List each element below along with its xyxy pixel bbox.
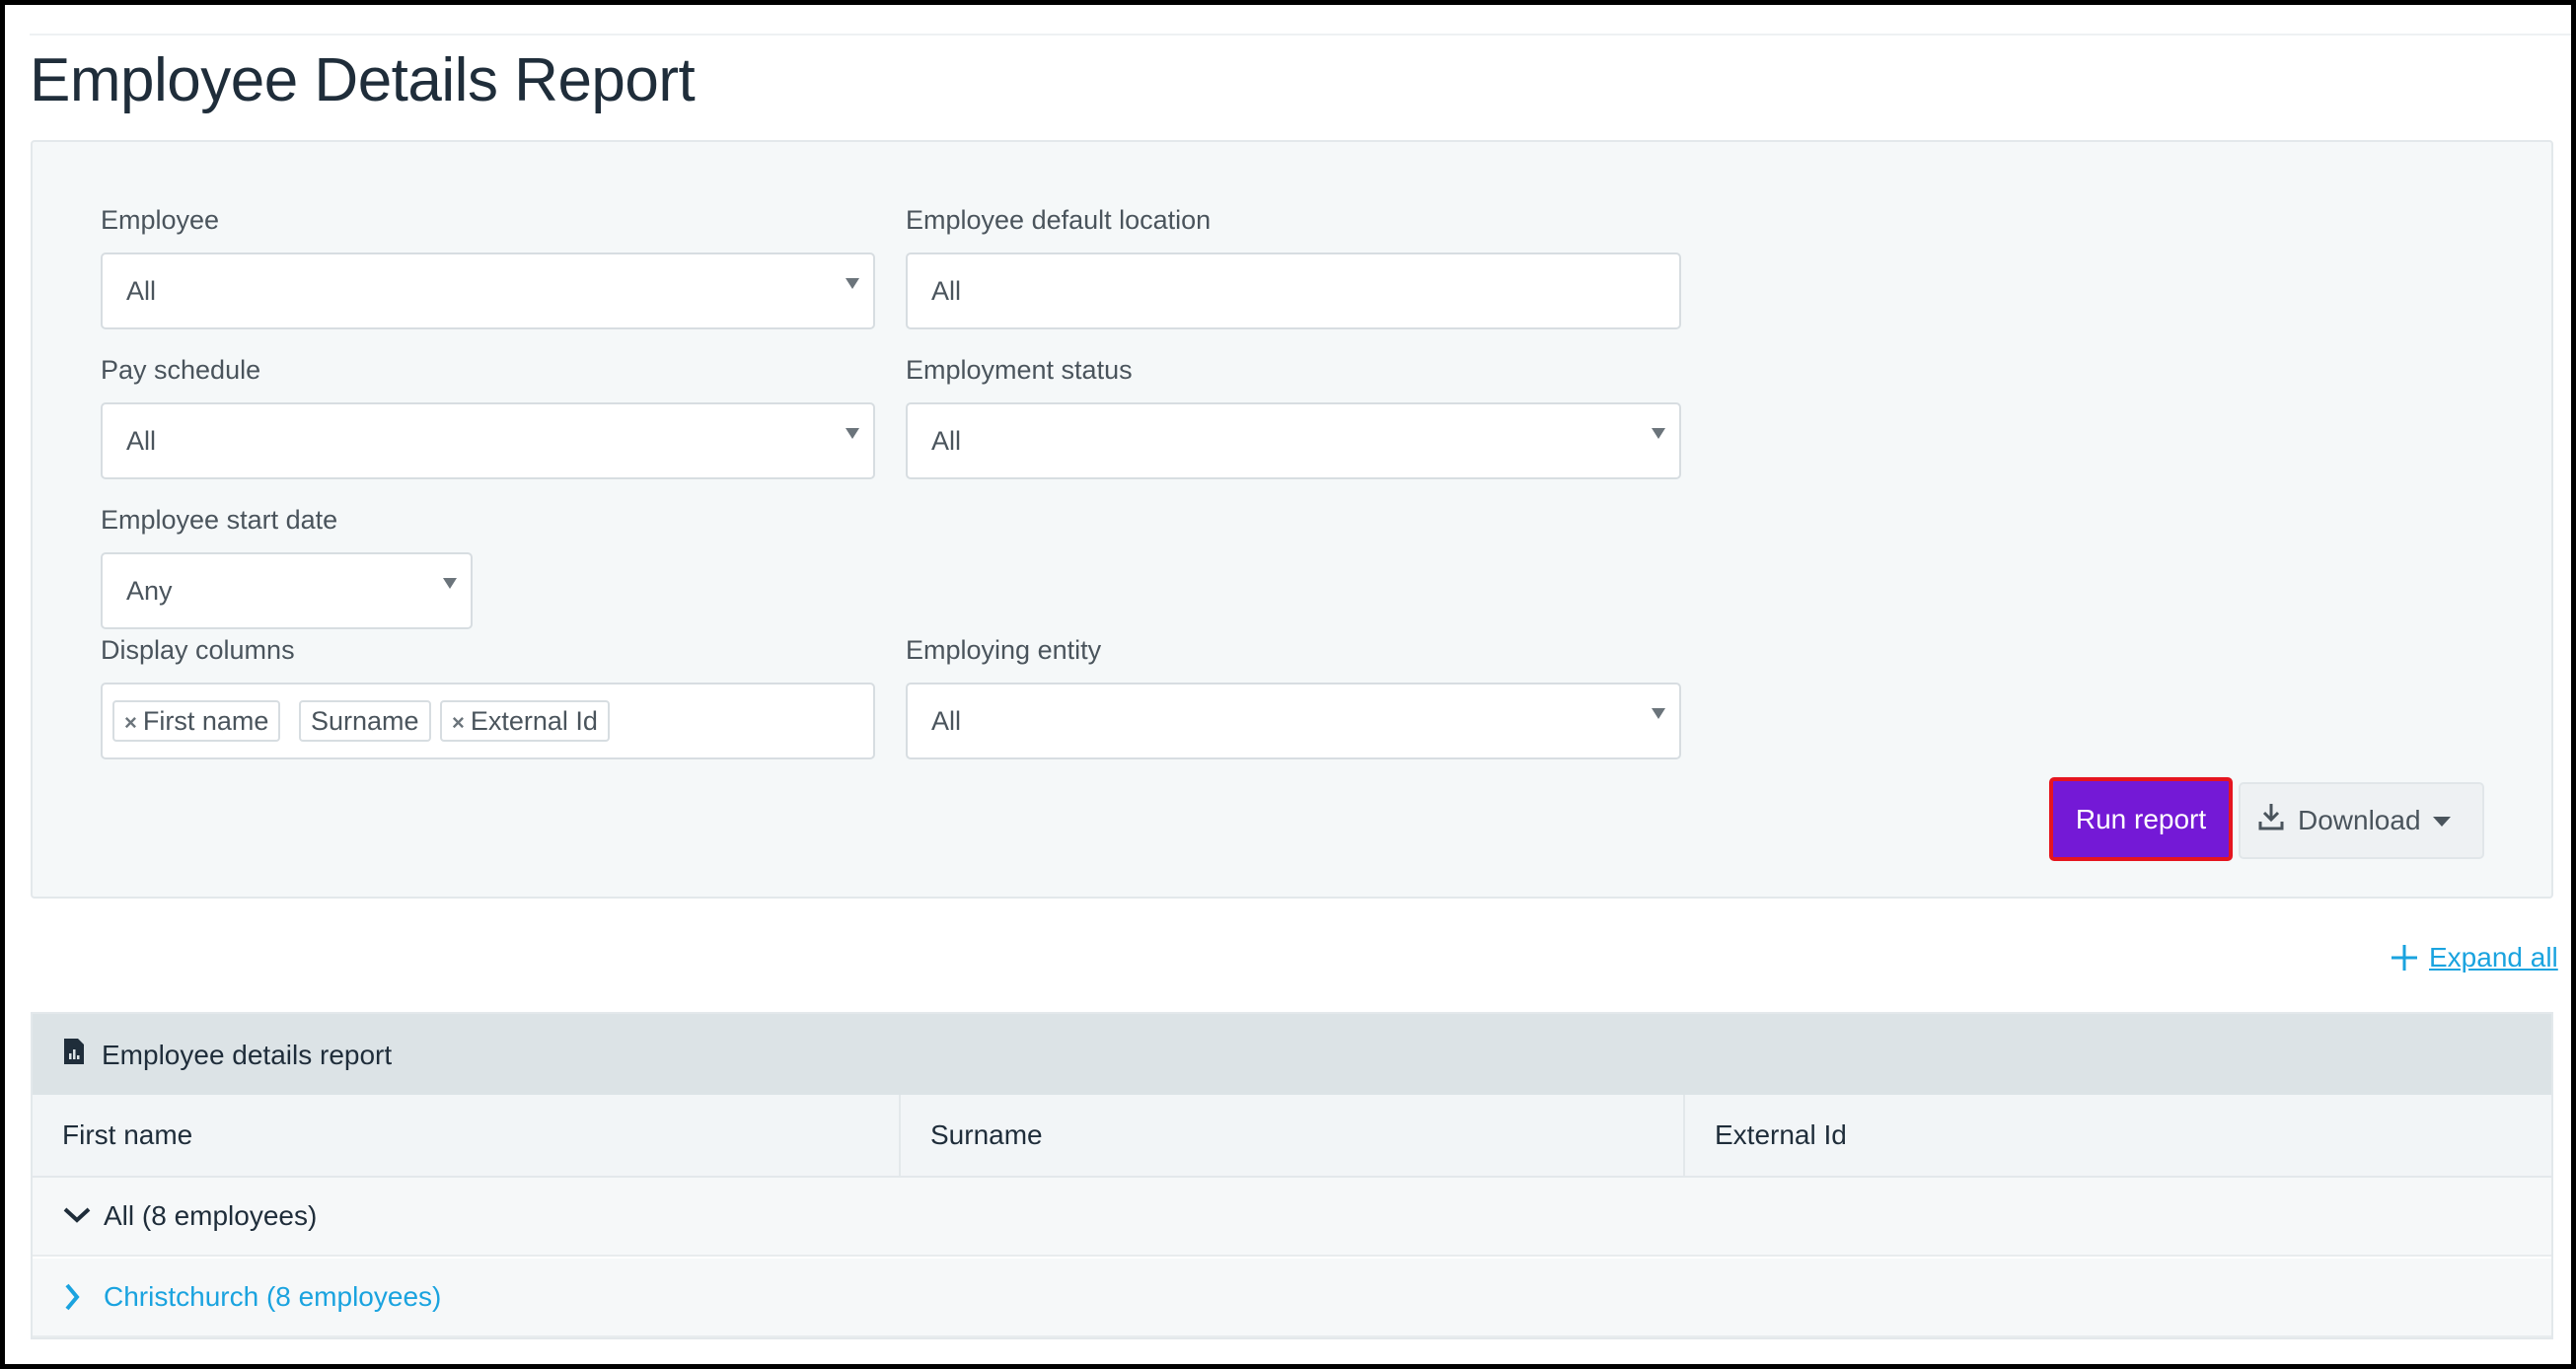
column-header-external-id[interactable]: External Id [1683,1095,2551,1176]
default-location-label: Employee default location [906,205,1212,235]
chevron-down-icon [63,1207,91,1223]
employee-select[interactable]: All [101,252,875,329]
column-header-surname[interactable]: Surname [899,1095,1683,1176]
report-doc-icon [64,1039,84,1064]
default-location-input[interactable]: All [906,252,1681,329]
column-tag-first-name: × First name [112,700,281,742]
employee-label: Employee [101,205,220,235]
employment-status-select[interactable]: All [906,402,1681,479]
column-tag-label: Surname [311,706,419,736]
pay-schedule-label: Pay schedule [101,355,261,385]
group-row-christchurch[interactable]: Christchurch (8 employees) [33,1259,2551,1337]
report-header: Employee details report [33,1014,2551,1095]
chevron-down-icon [443,578,457,589]
column-tag-label: External Id [470,706,598,736]
display-columns-label: Display columns [101,635,295,665]
expand-all-label: Expand all [2429,942,2558,973]
chevron-right-icon [65,1283,80,1311]
column-tag-surname: Surname [299,700,431,742]
column-header-first-name[interactable]: First name [33,1095,899,1176]
remove-tag-icon[interactable]: × [452,710,465,735]
run-report-button[interactable]: Run report [2049,777,2233,861]
chevron-down-icon [1652,428,1665,439]
employee-select-value: All [126,276,157,306]
employing-entity-label: Employing entity [906,635,1102,665]
chevron-down-icon [1652,708,1665,719]
page-title: Employee Details Report [30,46,696,114]
employment-status-value: All [931,426,962,456]
column-tag-external-id: × External Id [440,700,610,742]
default-location-value: All [931,276,962,306]
report-title: Employee details report [102,1040,393,1070]
group-label: Christchurch (8 employees) [104,1281,442,1312]
group-label: All (8 employees) [104,1200,318,1231]
remove-tag-icon[interactable]: × [124,710,137,735]
column-header-row: First name Surname External Id [33,1095,2551,1178]
employing-entity-value: All [931,706,962,736]
caret-down-icon [2433,817,2451,827]
start-date-select[interactable]: Any [101,552,473,629]
download-icon [2258,804,2284,830]
employment-status-label: Employment status [906,355,1133,385]
start-date-label: Employee start date [101,505,338,535]
pay-schedule-value: All [126,426,157,456]
report-table: Employee details report First name Surna… [31,1012,2553,1339]
chevron-down-icon [846,428,859,439]
download-button[interactable]: Download [2239,782,2484,859]
start-date-value: Any [126,576,173,606]
display-columns-multiselect[interactable]: × First name Surname × External Id [101,683,875,759]
pay-schedule-select[interactable]: All [101,402,875,479]
group-row-all[interactable]: All (8 employees) [33,1178,2551,1257]
chevron-down-icon [846,278,859,289]
employing-entity-select[interactable]: All [906,683,1681,759]
download-label: Download [2298,805,2421,835]
top-divider [30,34,2571,36]
plus-icon [2392,945,2417,971]
column-tag-label: First name [142,706,269,736]
